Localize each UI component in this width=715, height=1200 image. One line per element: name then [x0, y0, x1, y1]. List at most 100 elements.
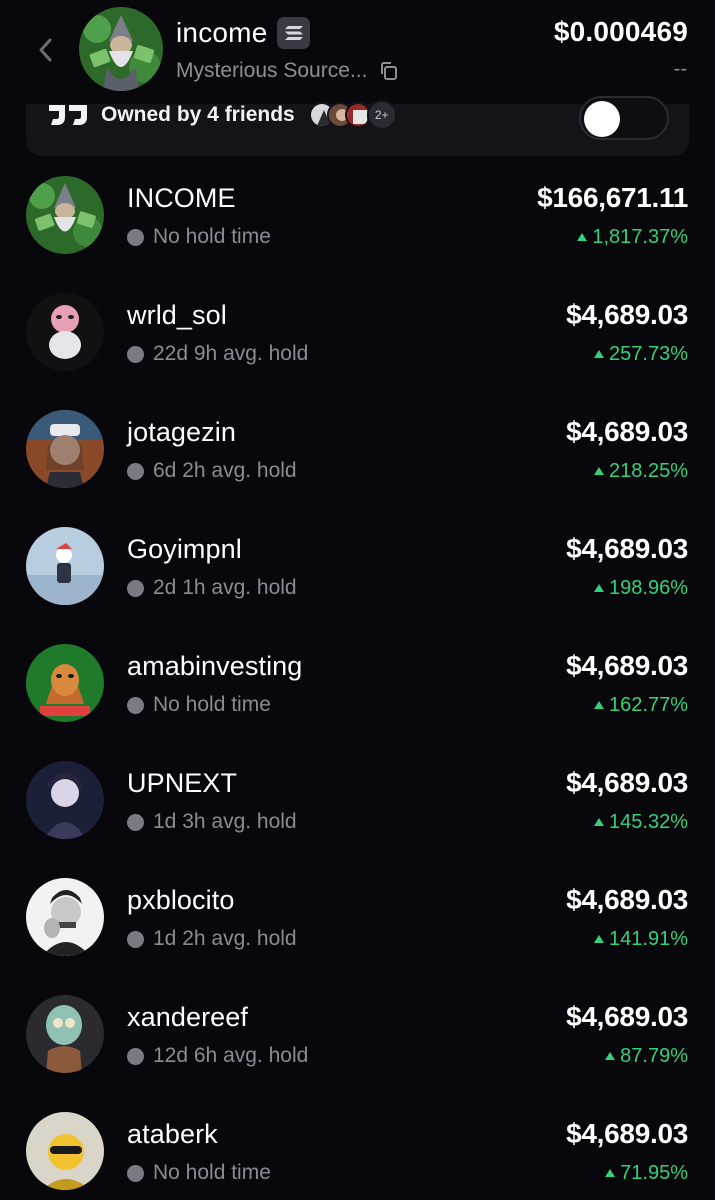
holders-screen: income Mysterious Source... $0.000469 --	[0, 0, 715, 1200]
holder-avatar	[26, 527, 104, 605]
clock-icon	[127, 462, 144, 480]
clock-icon	[127, 1047, 144, 1065]
holder-row[interactable]: ataberk No hold time $4,689.03 71.95%	[0, 1092, 715, 1200]
holder-value: $4,689.03	[566, 884, 688, 915]
copy-icon[interactable]	[379, 61, 399, 81]
holder-value: $4,689.03	[566, 533, 688, 564]
friends-toggle[interactable]	[579, 96, 669, 140]
toggle-knob	[584, 101, 620, 137]
holder-pnl-text: 141.91%	[609, 927, 688, 950]
clock-icon	[127, 579, 144, 597]
holder-avatar	[26, 995, 104, 1073]
holder-row[interactable]: INCOME No hold time $166,671.11 1,817.37…	[0, 156, 715, 273]
clock-icon	[127, 813, 144, 831]
token-name: income	[176, 17, 268, 48]
holder-name: ataberk	[127, 1119, 218, 1149]
hold-time: No hold time	[127, 1160, 271, 1186]
holder-name: jotagezin	[127, 417, 236, 447]
clock-icon	[127, 345, 144, 363]
hold-time-text: 6d 2h avg. hold	[153, 459, 297, 482]
holder-row[interactable]: Goyimpnl 2d 1h avg. hold $4,689.03 198.9…	[0, 507, 715, 624]
solana-badge	[277, 17, 311, 49]
holder-avatar	[26, 293, 104, 371]
solana-icon	[284, 26, 303, 40]
holder-name: INCOME	[127, 183, 236, 213]
holder-avatar	[26, 1112, 104, 1190]
token-header: income Mysterious Source... $0.000469 --	[0, 0, 715, 104]
holder-pnl-text: 218.25%	[609, 459, 688, 482]
holder-avatar	[26, 176, 104, 254]
clock-icon	[127, 228, 144, 246]
holder-row[interactable]: UPNEXT 1d 3h avg. hold $4,689.03 145.32%	[0, 741, 715, 858]
holder-value: $4,689.03	[566, 299, 688, 330]
arrow-up-icon	[594, 467, 605, 475]
holder-row[interactable]: jotagezin 6d 2h avg. hold $4,689.03 218.…	[0, 390, 715, 507]
holder-pnl: 1,817.37%	[577, 224, 688, 250]
token-avatar[interactable]	[79, 7, 163, 91]
app-logo-icon	[49, 105, 87, 125]
holder-name: amabinvesting	[127, 651, 303, 681]
token-price: $0.000469	[553, 16, 688, 47]
token-change: --	[673, 58, 687, 80]
holder-row[interactable]: xandereef 12d 6h avg. hold $4,689.03 87.…	[0, 975, 715, 1092]
arrow-up-icon	[605, 1052, 616, 1060]
holder-avatar	[26, 878, 104, 956]
hold-time: No hold time	[127, 224, 271, 250]
holder-pnl-text: 87.79%	[620, 1044, 688, 1067]
holder-value: $4,689.03	[566, 650, 688, 681]
holder-pnl-text: 1,817.37%	[592, 225, 688, 248]
hold-time-text: 1d 2h avg. hold	[153, 927, 297, 950]
holder-pnl-text: 162.77%	[609, 693, 688, 716]
owned-by-friends: Owned by 4 friends 2+	[47, 100, 397, 130]
holder-value: $4,689.03	[566, 1001, 688, 1032]
holder-avatar	[26, 644, 104, 722]
holder-name: Goyimpnl	[127, 534, 242, 564]
hold-time: 1d 2h avg. hold	[127, 926, 297, 952]
hold-time-text: 1d 3h avg. hold	[153, 810, 297, 833]
clock-icon	[127, 930, 144, 948]
holder-pnl: 257.73%	[594, 341, 688, 367]
holder-avatar	[26, 410, 104, 488]
token-title: income	[176, 15, 311, 51]
clock-icon	[127, 1164, 144, 1182]
hold-time: 1d 3h avg. hold	[127, 809, 297, 835]
friend-avatars[interactable]: 2+	[308, 100, 397, 130]
holder-value: $4,689.03	[566, 767, 688, 798]
arrow-up-icon	[605, 1169, 616, 1177]
holder-pnl: 162.77%	[594, 692, 688, 718]
hold-time-text: No hold time	[153, 693, 271, 716]
arrow-up-icon	[577, 233, 588, 241]
hold-time: 2d 1h avg. hold	[127, 575, 297, 601]
holders-list: INCOME No hold time $166,671.11 1,817.37…	[0, 156, 715, 1200]
token-source-text: Mysterious Source...	[176, 59, 368, 82]
holder-value: $4,689.03	[566, 416, 688, 447]
holder-name: UPNEXT	[127, 768, 238, 798]
holder-pnl: 87.79%	[605, 1043, 688, 1069]
holder-row[interactable]: pxblocito 1d 2h avg. hold $4,689.03 141.…	[0, 858, 715, 975]
holder-pnl: 71.95%	[605, 1160, 688, 1186]
holder-pnl: 141.91%	[594, 926, 688, 952]
holder-pnl-text: 71.95%	[620, 1161, 688, 1184]
more-friends-count: 2+	[366, 100, 397, 130]
hold-time: No hold time	[127, 692, 271, 718]
holder-name: wrld_sol	[127, 300, 227, 330]
back-button[interactable]	[30, 32, 60, 68]
hold-time-text: 12d 6h avg. hold	[153, 1044, 309, 1067]
arrow-up-icon	[594, 818, 605, 826]
holder-pnl-text: 145.32%	[609, 810, 688, 833]
holder-row[interactable]: wrld_sol 22d 9h avg. hold $4,689.03 257.…	[0, 273, 715, 390]
holder-row[interactable]: amabinvesting No hold time $4,689.03 162…	[0, 624, 715, 741]
arrow-up-icon	[594, 935, 605, 943]
arrow-up-icon	[594, 350, 605, 358]
hold-time: 12d 6h avg. hold	[127, 1043, 308, 1069]
clock-icon	[127, 696, 144, 714]
holder-value: $166,671.11	[537, 182, 688, 213]
hold-time: 22d 9h avg. hold	[127, 341, 308, 367]
hold-time-text: No hold time	[153, 225, 271, 248]
holder-name: xandereef	[127, 1002, 248, 1032]
holder-pnl: 218.25%	[594, 458, 688, 484]
arrow-up-icon	[594, 701, 605, 709]
holder-name: pxblocito	[127, 885, 235, 915]
holder-pnl-text: 257.73%	[609, 342, 688, 365]
holder-value: $4,689.03	[566, 1118, 688, 1149]
